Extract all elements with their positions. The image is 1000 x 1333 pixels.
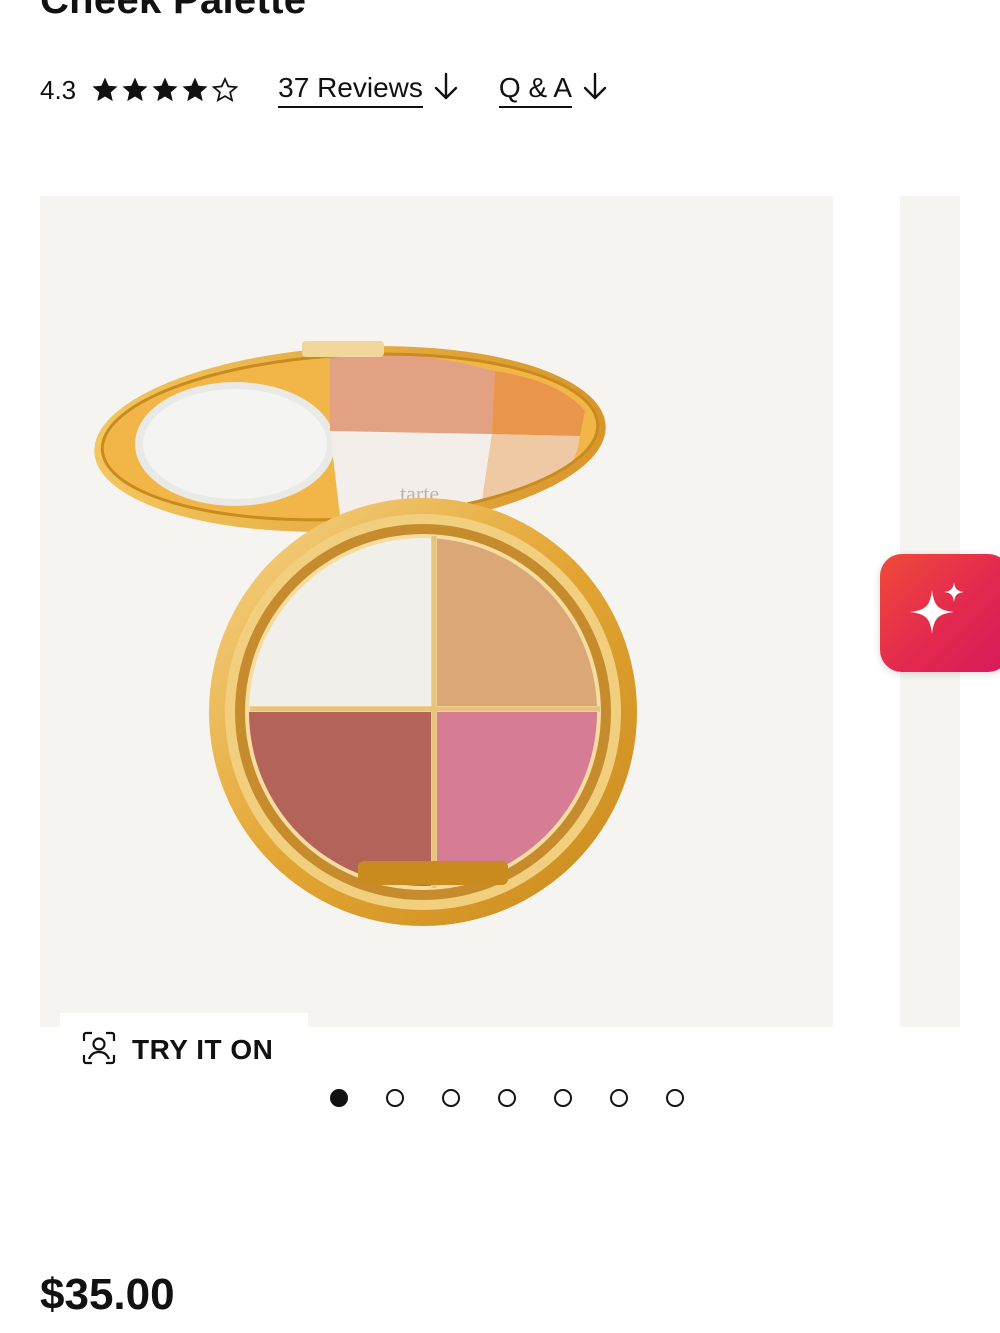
- gallery-pagination: [330, 1089, 684, 1107]
- product-price: $35.00: [40, 1270, 175, 1319]
- gallery-dot[interactable]: [386, 1089, 404, 1107]
- star-empty-icon: [210, 75, 240, 105]
- reviews-link[interactable]: 37 Reviews: [278, 72, 459, 109]
- ai-assistant-button[interactable]: [880, 554, 1000, 672]
- star-filled-icon: [180, 75, 210, 105]
- gallery-dot[interactable]: [554, 1089, 572, 1107]
- star-filled-icon: [120, 75, 150, 105]
- rating-row: 4.3 37 Reviews Q & A: [40, 68, 648, 112]
- reviews-link-label: 37 Reviews: [278, 72, 423, 108]
- rating-value: 4.3: [40, 74, 77, 105]
- try-it-on-label: TRY IT ON: [132, 1034, 274, 1065]
- star-filled-icon: [150, 75, 180, 105]
- arrow-down-icon: [433, 72, 459, 109]
- arrow-down-icon: [582, 72, 608, 109]
- gallery-dot[interactable]: [498, 1089, 516, 1107]
- gallery-dot[interactable]: [666, 1089, 684, 1107]
- try-it-on-button[interactable]: TRY IT ON: [60, 1013, 308, 1087]
- product-title: Cheek Palette: [40, 0, 307, 22]
- gallery-dot[interactable]: [330, 1089, 348, 1107]
- qa-link[interactable]: Q & A: [498, 72, 608, 109]
- star-filled-icon: [90, 75, 120, 105]
- star-rating: [90, 75, 240, 105]
- palette-image: tarte: [94, 341, 637, 926]
- sparkle-icon: [908, 580, 970, 647]
- product-image-main[interactable]: tarte: [40, 196, 833, 1027]
- gallery-dot[interactable]: [610, 1089, 628, 1107]
- gallery-dot[interactable]: [442, 1089, 460, 1107]
- qa-link-label: Q & A: [498, 72, 573, 108]
- face-scan-icon: [82, 1031, 116, 1070]
